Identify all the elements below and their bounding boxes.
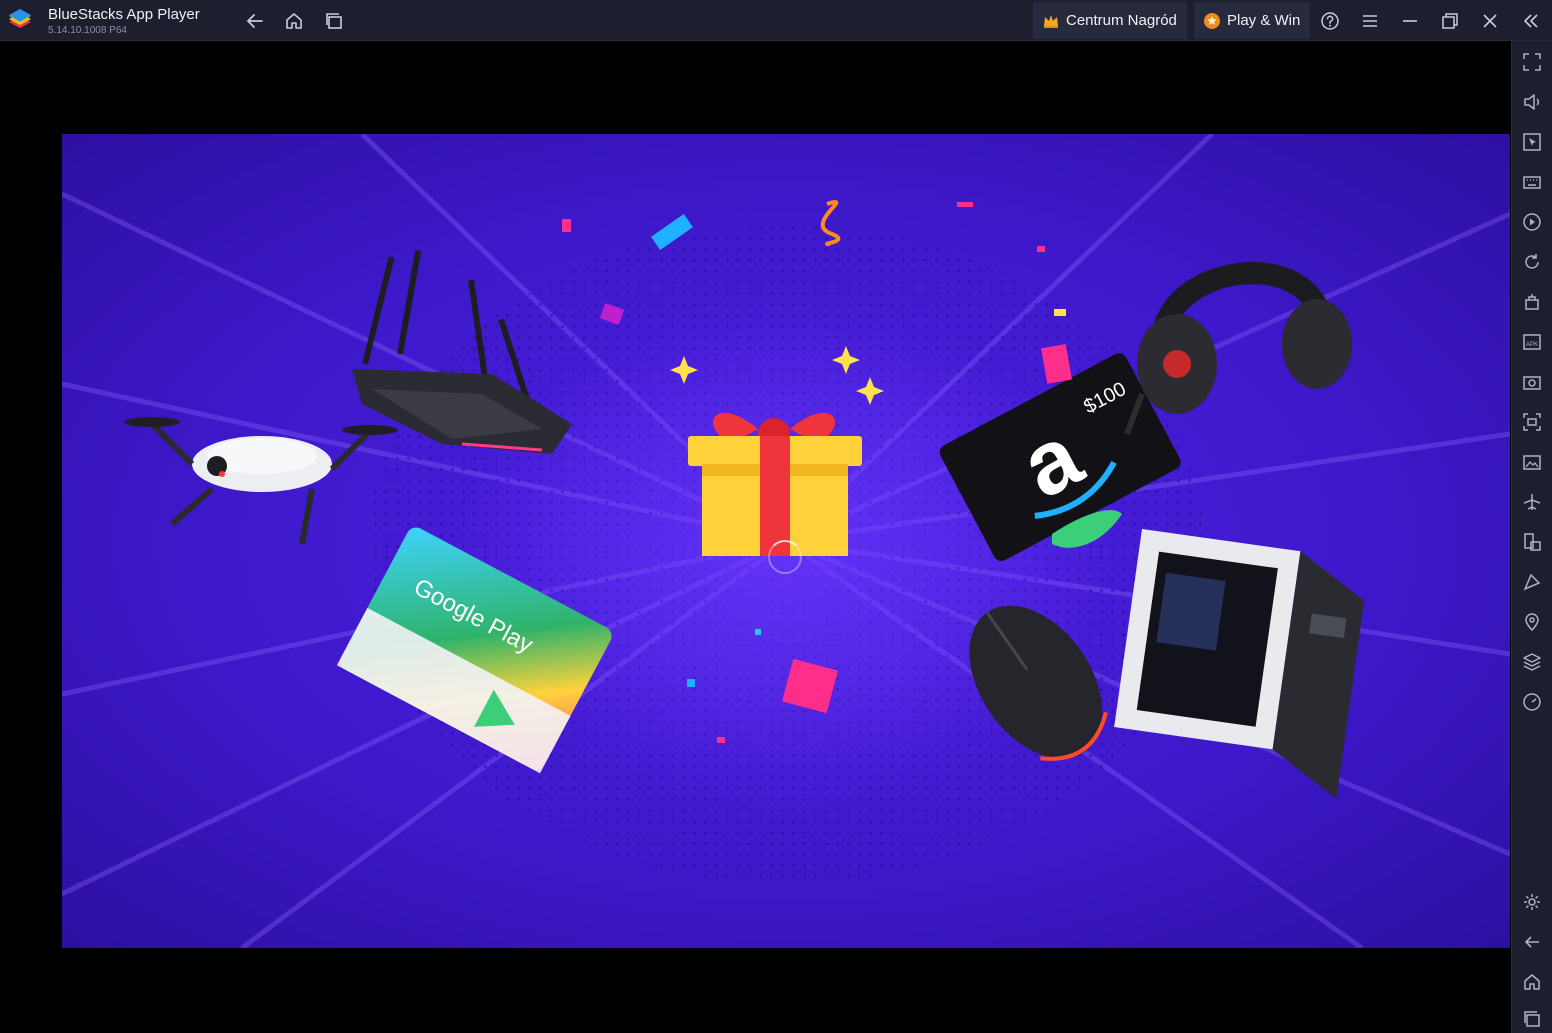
crown-icon	[1042, 12, 1060, 30]
back-arrow-icon[interactable]	[242, 8, 268, 34]
install-apk-icon[interactable]: APK	[1520, 330, 1544, 354]
performance-icon[interactable]	[1520, 690, 1544, 714]
help-icon[interactable]	[1317, 8, 1343, 34]
app-title: BlueStacks App Player	[48, 6, 200, 23]
media-folder-icon[interactable]	[1520, 450, 1544, 474]
app-version: 5.14.10.1008 P64	[48, 25, 127, 36]
loading-spinner	[768, 540, 802, 574]
android-screen[interactable]: Google Play a $100	[0, 41, 1511, 1033]
android-recents-icon[interactable]	[1520, 1007, 1544, 1031]
menu-icon[interactable]	[1357, 8, 1383, 34]
recent-apps-icon[interactable]	[321, 8, 347, 34]
bluestacks-logo-icon	[6, 8, 34, 34]
minimize-icon[interactable]	[1397, 8, 1423, 34]
layers-icon[interactable]	[1520, 650, 1544, 674]
keyboard-icon[interactable]	[1520, 170, 1544, 194]
star-badge-icon	[1203, 12, 1221, 30]
airplane-mode-icon[interactable]	[1520, 490, 1544, 514]
settings-icon[interactable]	[1520, 890, 1544, 914]
shake-icon[interactable]	[1520, 290, 1544, 314]
volume-icon[interactable]	[1520, 90, 1544, 114]
title-bar: BlueStacks App Player 5.14.10.1008 P64 C…	[0, 0, 1552, 41]
fullscreen-icon[interactable]	[1520, 50, 1544, 74]
restore-icon[interactable]	[1437, 8, 1463, 34]
rewards-center-button[interactable]: Centrum Nagród	[1033, 2, 1187, 39]
collapse-sidebar-icon[interactable]	[1518, 8, 1544, 34]
android-home-icon[interactable]	[1520, 970, 1544, 994]
pointer-lock-icon[interactable]	[1520, 130, 1544, 154]
home-icon[interactable]	[281, 8, 307, 34]
rewards-center-label: Centrum Nagród	[1066, 12, 1177, 29]
android-back-icon[interactable]	[1520, 930, 1544, 954]
right-toolbar: APK	[1511, 41, 1552, 1033]
play-win-button[interactable]: Play & Win	[1194, 2, 1311, 39]
play-win-label: Play & Win	[1227, 12, 1301, 29]
screenshot-icon[interactable]	[1520, 370, 1544, 394]
eco-mode-icon[interactable]	[1520, 570, 1544, 594]
macro-icon[interactable]	[1520, 210, 1544, 234]
record-screen-icon[interactable]	[1520, 410, 1544, 434]
location-icon[interactable]	[1520, 610, 1544, 634]
multi-instance-icon[interactable]	[1520, 530, 1544, 554]
close-icon[interactable]	[1477, 8, 1503, 34]
rotate-icon[interactable]	[1520, 250, 1544, 274]
svg-text:APK: APK	[1526, 342, 1538, 348]
